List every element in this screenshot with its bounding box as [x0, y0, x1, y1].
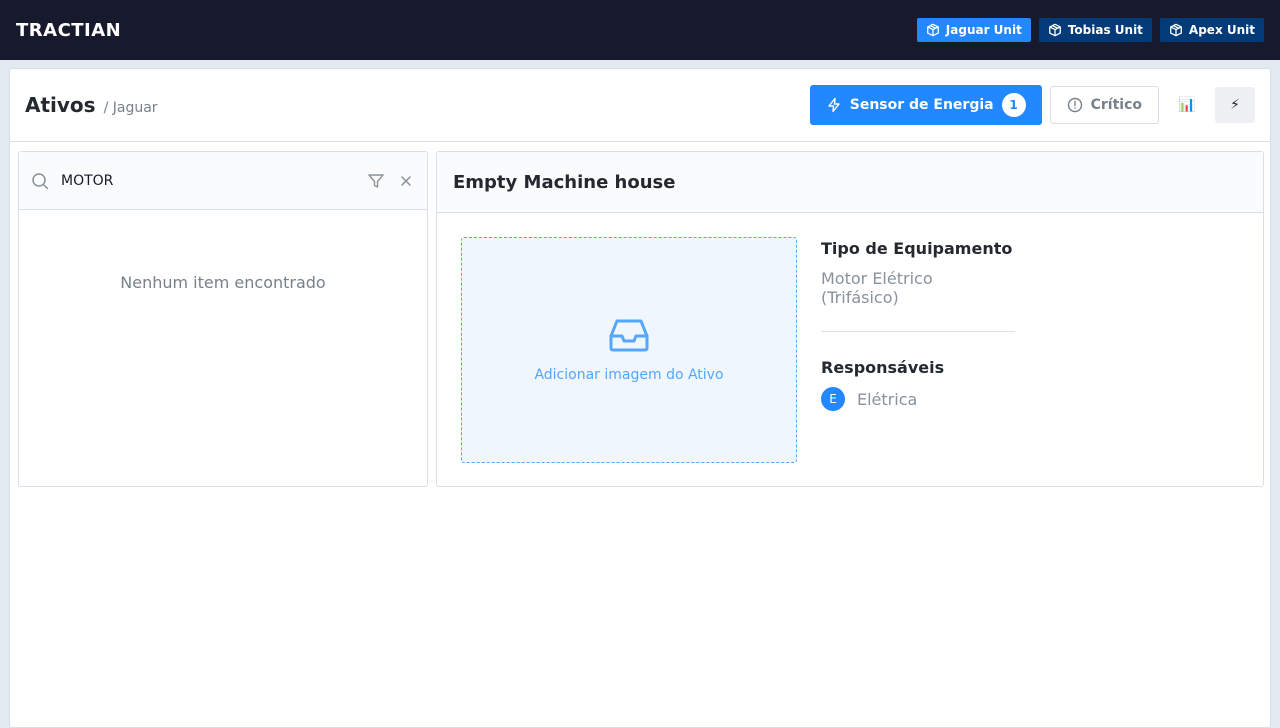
avatar: E [821, 387, 845, 411]
bolt-icon: ⚡ [1230, 97, 1240, 113]
responsible-item: E Elétrica [821, 387, 1015, 411]
energy-sensor-label: Sensor de Energia [849, 97, 994, 113]
chart-button[interactable]: 📊 [1167, 87, 1207, 123]
cube-icon [926, 23, 939, 37]
unit-button-apex[interactable]: Apex Unit [1159, 18, 1264, 42]
chart-icon: 📊 [1178, 97, 1196, 113]
count-badge: 1 [1001, 93, 1026, 117]
equipment-type-value: Motor Elétrico (Trifásico) [821, 269, 933, 307]
responsibles-label: Responsáveis [821, 358, 945, 377]
cube-icon [1170, 23, 1182, 37]
equipment-type-label: Tipo de Equipamento [821, 239, 1013, 258]
clear-search-icon[interactable] [397, 172, 415, 190]
asset-detail-body: Adicionar imagem do Ativo Tipo de Equipa… [437, 213, 1263, 486]
breadcrumb: / Jaguar [103, 100, 158, 116]
divider [821, 331, 1015, 332]
bolt-toggle-button[interactable]: ⚡ [1215, 87, 1255, 123]
page-header: Ativos / Jaguar Sensor de Energia 1 Crít… [10, 69, 1270, 142]
unit-button-jaguar[interactable]: Jaguar Unit [916, 18, 1031, 42]
header-actions: Sensor de Energia 1 Crítico 📊 ⚡ [809, 85, 1255, 125]
energy-sensor-filter-button[interactable]: Sensor de Energia 1 [809, 85, 1042, 125]
unit-button-label: Apex Unit [1188, 23, 1255, 37]
search-input[interactable] [61, 165, 355, 196]
alert-circle-icon [1067, 97, 1082, 113]
asset-detail-panel: Empty Machine house Adicionar imagem do … [436, 151, 1264, 487]
unit-button-label: Jaguar Unit [945, 23, 1022, 37]
page-title: Ativos [25, 93, 96, 117]
critical-label: Crítico [1090, 97, 1142, 113]
unit-button-label: Tobias Unit [1067, 23, 1143, 37]
unit-button-tobias[interactable]: Tobias Unit [1038, 18, 1152, 42]
unit-switcher: Jaguar Unit Tobias Unit Apex Unit [916, 18, 1264, 42]
search-icon [32, 172, 49, 189]
responsible-name: Elétrica [857, 389, 918, 409]
empty-results-message: Nenhum item encontrado [120, 273, 326, 292]
critical-filter-button[interactable]: Crítico [1049, 86, 1159, 124]
search-bar [19, 152, 427, 210]
bolt-icon [828, 97, 840, 113]
asset-tree-panel: Nenhum item encontrado [18, 151, 428, 487]
add-image-dropzone[interactable]: Adicionar imagem do Ativo [461, 237, 797, 463]
main-card: Ativos / Jaguar Sensor de Energia 1 Crít… [9, 68, 1271, 728]
inbox-icon [609, 319, 649, 352]
asset-info: Tipo de Equipamento Motor Elétrico (Trif… [821, 239, 1015, 411]
asset-name: Empty Machine house [453, 171, 676, 193]
title-group: Ativos / Jaguar [25, 93, 158, 117]
filter-icon[interactable] [367, 172, 385, 190]
top-bar: TRACTIAN Jaguar Unit Tobias Unit Apex Un… [0, 0, 1280, 60]
add-image-label: Adicionar imagem do Ativo [534, 367, 724, 383]
cube-icon [1048, 23, 1061, 37]
asset-detail-header: Empty Machine house [437, 152, 1263, 213]
brand-logo[interactable]: TRACTIAN [16, 20, 121, 41]
